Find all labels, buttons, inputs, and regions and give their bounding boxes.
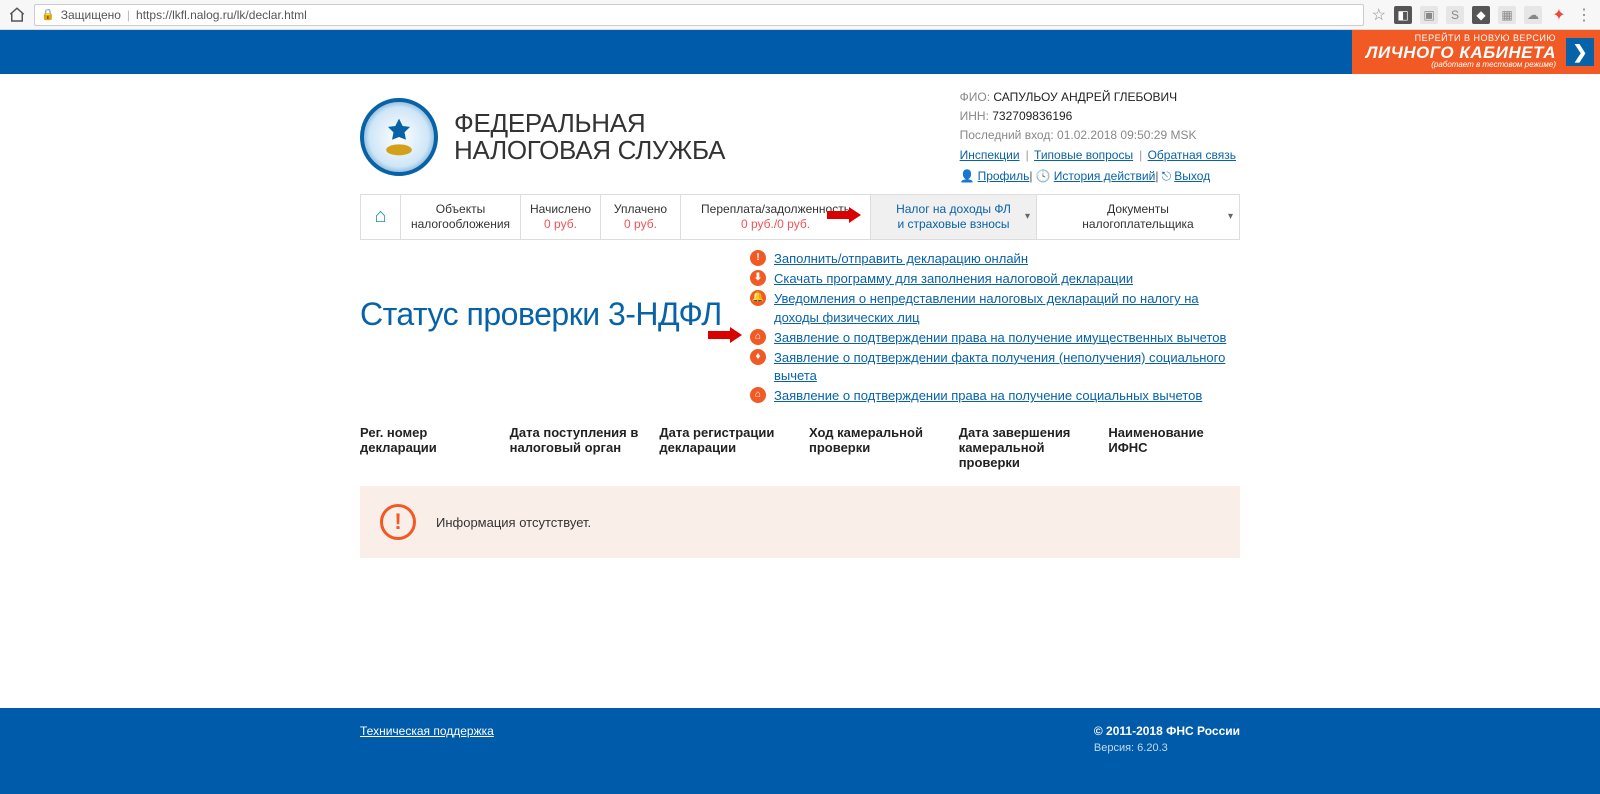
col-header: Дата регистрации декларации [659, 425, 791, 470]
extension-icon[interactable]: ▣ [1420, 6, 1438, 24]
empty-state: ! Информация отсутствует. [360, 486, 1240, 558]
browser-menu-icon[interactable]: ⋮ [1576, 5, 1592, 25]
page-title: Статус проверки 3-НДФЛ [360, 296, 722, 333]
url-text: https://lkfl.nalog.ru/lk/declar.html [136, 8, 307, 22]
col-header: Дата завершения камеральной проверки [959, 425, 1091, 470]
quick-link[interactable]: Заявление о подтверждении права на получ… [774, 387, 1202, 405]
link-faq[interactable]: Типовые вопросы [1034, 148, 1133, 162]
link-icon: ♦ [750, 349, 766, 365]
link-history[interactable]: История действий [1054, 169, 1156, 183]
house-icon: ⌂ [750, 329, 766, 345]
link-feedback[interactable]: Обратная связь [1148, 148, 1236, 162]
clock-icon: 🕓 [1036, 169, 1051, 183]
annotation-arrow-icon [827, 207, 861, 223]
extension-skype-icon[interactable]: S [1446, 6, 1464, 24]
page-header: ФЕДЕРАЛЬНАЯ НАЛОГОВАЯ СЛУЖБА ФИО: САПУЛЬ… [360, 74, 1240, 194]
arrow-right-icon: ❯ [1566, 38, 1594, 66]
extension-icon[interactable]: ▦ [1498, 6, 1516, 24]
link-icon: ⬇ [750, 270, 766, 286]
table-header: Рег. номер декларации Дата поступления в… [360, 425, 1240, 486]
quick-link[interactable]: Скачать программу для заполнения налогов… [774, 270, 1133, 288]
support-link[interactable]: Техническая поддержка [360, 724, 494, 754]
nav-ndfl[interactable]: Налог на доходы ФЛ и страховые взносы ▾ [871, 195, 1037, 239]
nav-documents[interactable]: Документы налогоплательщика ▾ [1037, 195, 1239, 239]
page-footer: Техническая поддержка © 2011-2018 ФНС Ро… [0, 708, 1600, 794]
profile-icon: 👤 [960, 169, 975, 183]
link-inspections[interactable]: Инспекции [960, 148, 1020, 162]
nav-paid[interactable]: Уплачено 0 руб. [601, 195, 681, 239]
link-profile[interactable]: Профиль [978, 169, 1030, 183]
nav-accrued[interactable]: Начислено 0 руб. [521, 195, 601, 239]
chevron-down-icon: ▾ [1025, 211, 1030, 224]
warning-icon: ! [380, 504, 416, 540]
extension-icon[interactable]: ◆ [1472, 6, 1490, 24]
quick-link[interactable]: Заявление о подтверждении права на получ… [774, 329, 1226, 347]
main-nav: ⌂ Объекты налогообложения Начислено 0 ру… [360, 194, 1240, 240]
logout-icon: ⎋ [1162, 169, 1172, 183]
quick-link[interactable]: Заявление о подтверждении факта получени… [774, 349, 1240, 385]
house-icon: ⌂ [374, 204, 386, 229]
link-logout[interactable]: Выход [1174, 169, 1210, 183]
fns-logo-icon [360, 98, 438, 176]
new-cabinet-link[interactable]: ПЕРЕЙТИ В НОВУЮ ВЕРСИЮ ЛИЧНОГО КАБИНЕТА … [1352, 30, 1600, 74]
quick-link[interactable]: Заполнить/отправить декларацию онлайн [774, 250, 1028, 268]
secure-label: Защищено [61, 8, 121, 22]
house-icon: ⌂ [750, 387, 766, 403]
annotation-arrow-icon [708, 327, 742, 343]
chevron-down-icon: ▾ [1228, 211, 1233, 224]
browser-chrome: 🔒 Защищено | https://lkfl.nalog.ru/lk/de… [0, 0, 1600, 30]
col-header: Ход камеральной проверки [809, 425, 941, 470]
bookmark-star-icon[interactable]: ☆ [1372, 5, 1386, 25]
quick-links: ! Заполнить/отправить декларацию онлайн ⬇… [750, 250, 1240, 406]
top-banner: ПЕРЕЙТИ В НОВУЮ ВЕРСИЮ ЛИЧНОГО КАБИНЕТА … [0, 30, 1600, 74]
home-nav-icon[interactable] [8, 6, 26, 24]
site-title: ФЕДЕРАЛЬНАЯ НАЛОГОВАЯ СЛУЖБА [454, 110, 725, 165]
extension-plus-icon[interactable]: ✦ [1550, 6, 1568, 24]
quick-link[interactable]: Уведомления о непредставлении налоговых … [774, 290, 1240, 326]
bell-icon: 🔔 [750, 290, 766, 306]
col-header: Наименование ИФНС [1108, 425, 1240, 470]
nav-objects[interactable]: Объекты налогообложения [401, 195, 521, 239]
user-info-block: ФИО: САПУЛЬОУ АНДРЕЙ ГЛЕБОВИЧ ИНН: 73270… [960, 88, 1240, 186]
address-bar[interactable]: 🔒 Защищено | https://lkfl.nalog.ru/lk/de… [34, 4, 1364, 26]
lock-icon: 🔒 [41, 8, 55, 21]
extension-icon[interactable]: ◧ [1394, 6, 1412, 24]
col-header: Дата поступления в налоговый орган [510, 425, 642, 470]
col-header: Рег. номер декларации [360, 425, 492, 470]
extension-icon[interactable]: ☁ [1524, 6, 1542, 24]
link-icon: ! [750, 250, 766, 266]
info-text: Информация отсутствует. [436, 515, 591, 530]
nav-home[interactable]: ⌂ [361, 195, 401, 239]
